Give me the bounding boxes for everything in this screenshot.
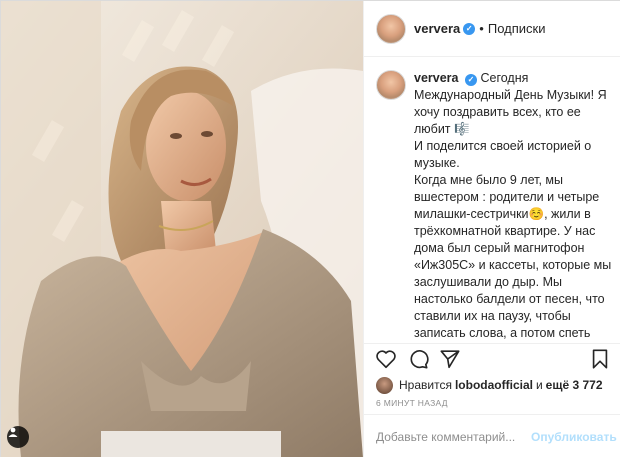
caption-author-avatar[interactable] [376, 70, 406, 100]
photo-illustration [1, 1, 363, 457]
author-username[interactable]: ververa [414, 21, 460, 36]
likes-count[interactable]: ещё 3 772 [546, 378, 603, 392]
liker-avatar[interactable] [376, 376, 393, 394]
publish-button[interactable]: Опубликовать [531, 430, 617, 444]
comment-input[interactable] [376, 429, 531, 444]
caption-username[interactable]: ververa [414, 71, 459, 85]
likes-row: Нравится lobodaofficial и ещё 3 772 [376, 375, 616, 395]
caption-area: ververa ✓ Сегодня Международный День Муз… [364, 58, 620, 343]
verified-icon: ✓ [464, 73, 477, 86]
caption-line-3: Когда мне было 9 лет, мы вшестером : род… [414, 173, 612, 340]
author-avatar[interactable] [376, 13, 406, 44]
heart-icon[interactable] [374, 347, 398, 371]
verified-icon: ✓ [463, 22, 476, 35]
comment-icon[interactable] [406, 347, 430, 371]
caption-line-2: И поделится своей историей о музыке. [414, 139, 592, 170]
post-actions [364, 343, 620, 373]
share-icon[interactable] [438, 347, 462, 371]
instagram-post: ververa ✓ • Подписки ververa ✓ Сегодня М… [0, 0, 620, 457]
post-timestamp[interactable]: 6 минут назад [376, 398, 448, 408]
header-separator: • [479, 21, 484, 36]
bookmark-icon[interactable] [588, 347, 612, 371]
caption-text: ververa ✓ Сегодня Международный День Муз… [414, 70, 612, 343]
tag-people-icon[interactable] [7, 426, 29, 448]
post-photo[interactable] [1, 1, 363, 457]
comment-form: Опубликовать [364, 414, 620, 457]
likes-prefix: Нравится [399, 378, 452, 392]
post-header: ververa ✓ • Подписки [364, 1, 620, 57]
following-button[interactable]: Подписки [488, 21, 546, 36]
post-side-panel: ververa ✓ • Подписки ververa ✓ Сегодня М… [363, 1, 620, 457]
likes-middle: и [535, 378, 543, 392]
liker-username[interactable]: lobodaofficial [455, 378, 533, 392]
